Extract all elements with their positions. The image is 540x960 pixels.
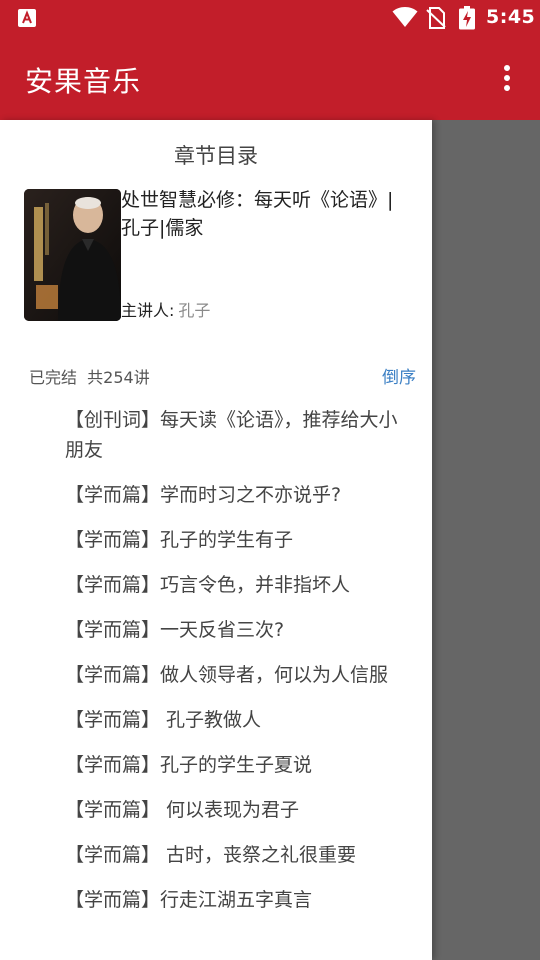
chapter-item[interactable]: 【创刊词】每天读《论语》，推荐给大小朋友: [65, 405, 410, 465]
chapter-item[interactable]: 【学而篇】 孔子教做人: [65, 705, 410, 735]
chapter-item[interactable]: 【学而篇】 何以表现为君子: [65, 795, 410, 825]
more-vertical-icon[interactable]: [490, 58, 524, 98]
speaker-line: 主讲人: 孔子: [121, 297, 210, 321]
drawer-title: 章节目录: [174, 144, 258, 168]
chapter-item[interactable]: 【学而篇】行走江湖五字真言: [65, 885, 410, 915]
no-sim-icon: [426, 7, 446, 29]
speaker-name: 孔子: [178, 301, 211, 320]
chapter-list: 【创刊词】每天读《论语》，推荐给大小朋友 【学而篇】学而时习之不亦说乎? 【学而…: [65, 405, 410, 930]
app-bar: 安果音乐: [0, 36, 540, 120]
chapter-item[interactable]: 【学而篇】孔子的学生有子: [65, 525, 410, 555]
app-title: 安果音乐: [25, 65, 142, 98]
book-title: 处世智慧必修：每天听《论语》|孔子|儒家: [121, 189, 394, 239]
chapter-item[interactable]: 【学而篇】巧言令色，并非指坏人: [65, 570, 410, 600]
chapter-item[interactable]: 【学而篇】做人领导者，何以为人信服: [65, 660, 410, 690]
status-time: 5:45: [486, 6, 536, 28]
battery-charging-icon: [459, 6, 475, 30]
chapter-item[interactable]: 【学而篇】 古时，丧祭之礼很重要: [65, 840, 410, 870]
speaker-label: 主讲人:: [121, 301, 175, 320]
chapter-item[interactable]: 【学而篇】一天反省三次?: [65, 615, 410, 645]
completion-status: 已完结 共254讲: [29, 368, 150, 387]
book-cover-image: [24, 189, 121, 321]
chapter-item[interactable]: 【学而篇】学而时习之不亦说乎?: [65, 480, 410, 510]
reverse-order-button[interactable]: 倒序: [382, 363, 416, 388]
wifi-icon: [392, 7, 418, 27]
app-notification-icon: [18, 9, 36, 27]
chapter-drawer: 章节目录 处世智慧必修：每天听《论语》|孔子|儒家 主讲人: 孔子 已完结 共2…: [0, 120, 432, 960]
status-bar: 5:45: [0, 0, 540, 36]
chapter-item[interactable]: 【学而篇】孔子的学生子夏说: [65, 750, 410, 780]
